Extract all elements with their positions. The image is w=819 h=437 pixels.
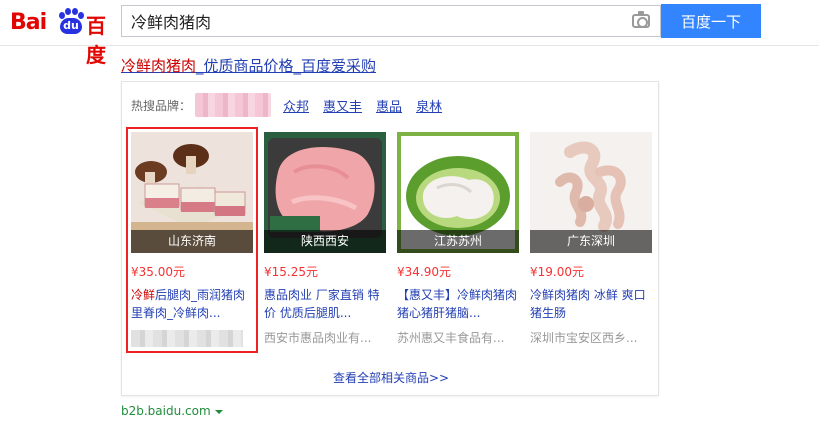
product-image[interactable]: 陕西西安 (264, 132, 386, 253)
product-region: 山东济南 (131, 230, 253, 253)
product-name-link[interactable]: 冷鲜后腿肉_雨润猪肉里脊肉_冷鲜肉... (131, 286, 253, 322)
chevron-down-icon[interactable] (214, 409, 223, 414)
product-price: ¥19.00元 (530, 265, 584, 279)
source-url-text: b2b.baidu.com (121, 404, 211, 418)
product-item[interactable]: 江苏苏州 ¥34.90元 【惠又丰】冷鲜肉猪肉猪心猪肝猪脑... 苏州惠又丰食品… (397, 132, 519, 348)
brand-link-huipin[interactable]: 惠品 (376, 96, 402, 115)
brand-link-quanlin[interactable]: 泉林 (416, 96, 442, 115)
view-all-products-link[interactable]: 查看全部相关商品>> (122, 369, 660, 386)
product-seller: 苏州惠又丰食品有... (397, 331, 505, 345)
product-seller: 西安市惠品肉业有... (264, 331, 372, 345)
search-input[interactable] (122, 6, 622, 36)
result-title-rest: _优质商品价格_百度爱采购 (196, 57, 377, 75)
product-name-rest: 【惠又丰】冷鲜肉猪肉猪心猪肝猪脑... (397, 288, 518, 320)
product-region: 陕西西安 (264, 230, 386, 253)
hot-brands-label: 热搜品牌： (131, 98, 192, 113)
paw-icon: du (56, 8, 86, 34)
product-region: 广东深圳 (530, 230, 652, 253)
product-image[interactable]: 江苏苏州 (397, 132, 519, 253)
product-name-link[interactable]: 【惠又丰】冷鲜肉猪肉猪心猪肝猪脑... (397, 286, 519, 322)
product-name-rest: 冷鲜肉猪肉 冰鲜 爽口 猪生肠 (530, 288, 646, 320)
product-name-link[interactable]: 冷鲜肉猪肉 冰鲜 爽口 猪生肠 (530, 286, 652, 322)
product-name-link[interactable]: 惠品肉业 厂家直销 特价 优质后腿肌... (264, 286, 386, 322)
logo-paw-text: du (60, 18, 82, 34)
product-name-keyword: 冷鲜 (131, 288, 156, 302)
blurred-brand (195, 93, 272, 117)
product-price: ¥35.00元 (131, 265, 185, 279)
product-item[interactable]: 广东深圳 ¥19.00元 冷鲜肉猪肉 冰鲜 爽口 猪生肠 深圳市宝安区西乡... (530, 132, 652, 348)
brand-link-huiyoufeng[interactable]: 惠又丰 (323, 96, 362, 115)
top-bar: Bai du 百度 百度一下 (0, 0, 819, 67)
product-item[interactable]: 陕西西安 ¥15.25元 惠品肉业 厂家直销 特价 优质后腿肌... 西安市惠品… (264, 132, 386, 348)
baidu-logo[interactable]: Bai du 百度 (10, 6, 114, 67)
product-list: 山东济南 ¥35.00元 冷鲜后腿肉_雨润猪肉里脊肉_冷鲜肉... 陕西西安 ¥… (126, 127, 652, 353)
product-price: ¥15.25元 (264, 265, 318, 279)
product-card: 热搜品牌： 众邦 惠又丰 惠品 泉林 山东济南 ¥35.00元 冷鲜后腿肉_雨润… (121, 81, 659, 396)
product-name-rest: 惠品肉业 厂家直销 特价 优质后腿肌... (264, 288, 380, 320)
product-price: ¥34.90元 (397, 265, 451, 279)
product-image[interactable]: 广东深圳 (530, 132, 652, 253)
logo-text-left: Bai (10, 10, 47, 35)
logo-text-right: 百度 (86, 14, 106, 67)
search-button[interactable]: 百度一下 (661, 4, 761, 38)
product-item[interactable]: 山东济南 ¥35.00元 冷鲜后腿肉_雨润猪肉里脊肉_冷鲜肉... (126, 127, 258, 353)
product-seller: 深圳市宝安区西乡... (530, 331, 638, 345)
product-region: 江苏苏州 (397, 230, 519, 253)
blurred-seller (131, 330, 243, 347)
camera-icon[interactable] (632, 11, 650, 28)
source-url[interactable]: b2b.baidu.com (121, 404, 223, 418)
brand-link-zhongbang[interactable]: 众邦 (283, 96, 309, 115)
search-box (121, 5, 661, 37)
result-title-link[interactable]: 冷鲜肉猪肉_优质商品价格_百度爱采购 (121, 55, 376, 76)
hot-brands: 热搜品牌： 众邦 惠又丰 惠品 泉林 (131, 92, 456, 118)
product-image[interactable]: 山东济南 (131, 132, 253, 253)
result-title-keyword: 冷鲜肉猪肉 (121, 57, 197, 75)
